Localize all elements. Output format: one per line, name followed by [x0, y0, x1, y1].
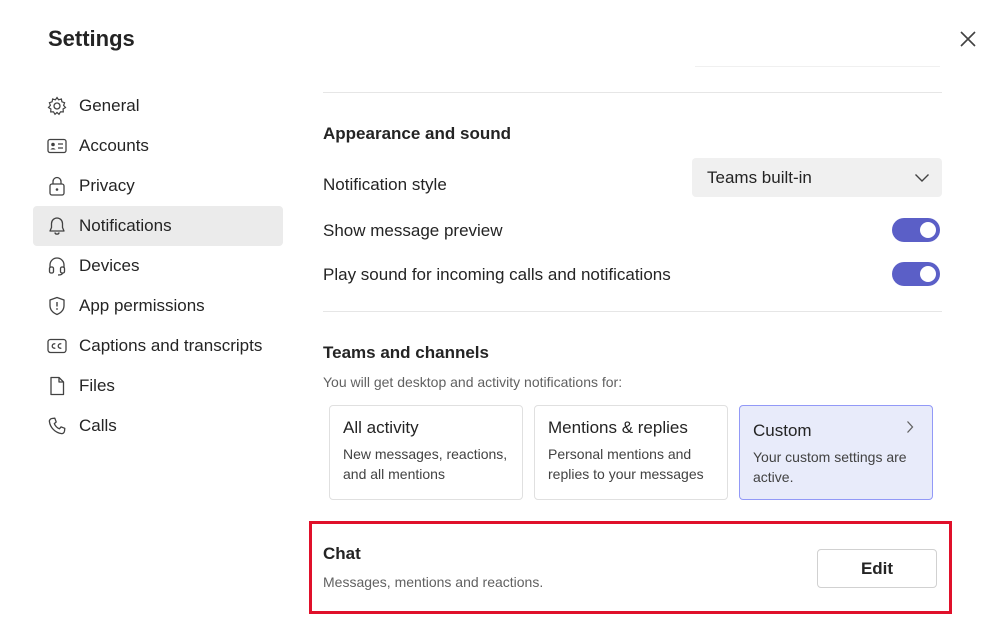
divider: [323, 92, 942, 93]
nav-item-privacy[interactable]: Privacy: [33, 166, 283, 206]
nav-label-privacy: Privacy: [79, 176, 135, 195]
option-card-title: All activity: [343, 418, 419, 437]
nav-item-notifications[interactable]: Notifications: [33, 206, 283, 246]
shield-icon: [46, 295, 68, 317]
nav-label-app-permissions: App permissions: [79, 296, 205, 315]
teams-channels-subtitle: You will get desktop and activity notifi…: [323, 374, 623, 390]
toggle-knob: [920, 222, 936, 238]
nav-label-devices: Devices: [79, 256, 140, 275]
gear-icon: [46, 95, 68, 117]
nav-item-devices[interactable]: Devices: [33, 246, 283, 286]
nav-label-general: General: [79, 96, 140, 115]
nav-item-accounts[interactable]: Accounts: [33, 126, 283, 166]
nav-item-general[interactable]: General: [33, 86, 283, 126]
phone-icon: [46, 415, 68, 437]
nav-item-captions-and-transcripts[interactable]: Captions and transcripts: [33, 326, 283, 366]
notification-style-label: Notification style: [323, 175, 447, 194]
nav-label-accounts: Accounts: [79, 136, 149, 155]
notification-style-value: Teams built-in: [707, 167, 812, 187]
nav-label-calls: Calls: [79, 416, 117, 435]
nav-label-files: Files: [79, 376, 115, 395]
divider: [323, 311, 942, 312]
nav-item-calls[interactable]: Calls: [33, 406, 283, 446]
settings-nav: General Accounts Privacy Notifications D…: [33, 86, 283, 446]
headset-icon: [46, 255, 68, 277]
show-preview-label: Show message preview: [323, 221, 503, 240]
nav-item-files[interactable]: Files: [33, 366, 283, 406]
chevron-down-icon: [915, 173, 929, 182]
toggle-knob: [920, 266, 936, 282]
nav-label-notifications: Notifications: [79, 216, 172, 235]
play-sound-toggle[interactable]: [892, 262, 940, 286]
file-icon: [46, 375, 68, 397]
chevron-right-icon: [907, 421, 914, 433]
option-card-mentions-replies[interactable]: Mentions & replies Personal mentions and…: [534, 405, 728, 500]
close-icon[interactable]: [957, 28, 979, 50]
appearance-section-title: Appearance and sound: [323, 124, 511, 143]
show-preview-toggle[interactable]: [892, 218, 940, 242]
option-card-title: Custom: [753, 421, 812, 440]
id-card-icon: [46, 135, 68, 157]
closed-captions-icon: [46, 335, 68, 357]
chat-section-title: Chat: [323, 544, 361, 563]
option-card-custom[interactable]: Custom Your custom settings are active.: [739, 405, 933, 500]
nav-label-captions-and-transcripts: Captions and transcripts: [79, 336, 263, 355]
nav-item-app-permissions[interactable]: App permissions: [33, 286, 283, 326]
notification-style-dropdown[interactable]: Teams built-in: [692, 158, 942, 197]
option-card-all-activity[interactable]: All activity New messages, reactions, an…: [329, 405, 523, 500]
settings-title: Settings: [48, 26, 135, 51]
chat-edit-button[interactable]: Edit: [817, 549, 937, 588]
option-card-desc: Your custom settings are active.: [753, 449, 907, 485]
chat-subtitle: Messages, mentions and reactions.: [323, 574, 544, 590]
divider: [695, 66, 940, 67]
option-card-title: Mentions & replies: [548, 418, 688, 437]
play-sound-label: Play sound for incoming calls and notifi…: [323, 265, 671, 284]
option-card-desc: Personal mentions and replies to your me…: [548, 446, 704, 482]
option-card-desc: New messages, reactions, and all mention…: [343, 446, 508, 482]
teams-channels-section-title: Teams and channels: [323, 343, 489, 362]
lock-icon: [46, 175, 68, 197]
bell-icon: [46, 215, 68, 237]
